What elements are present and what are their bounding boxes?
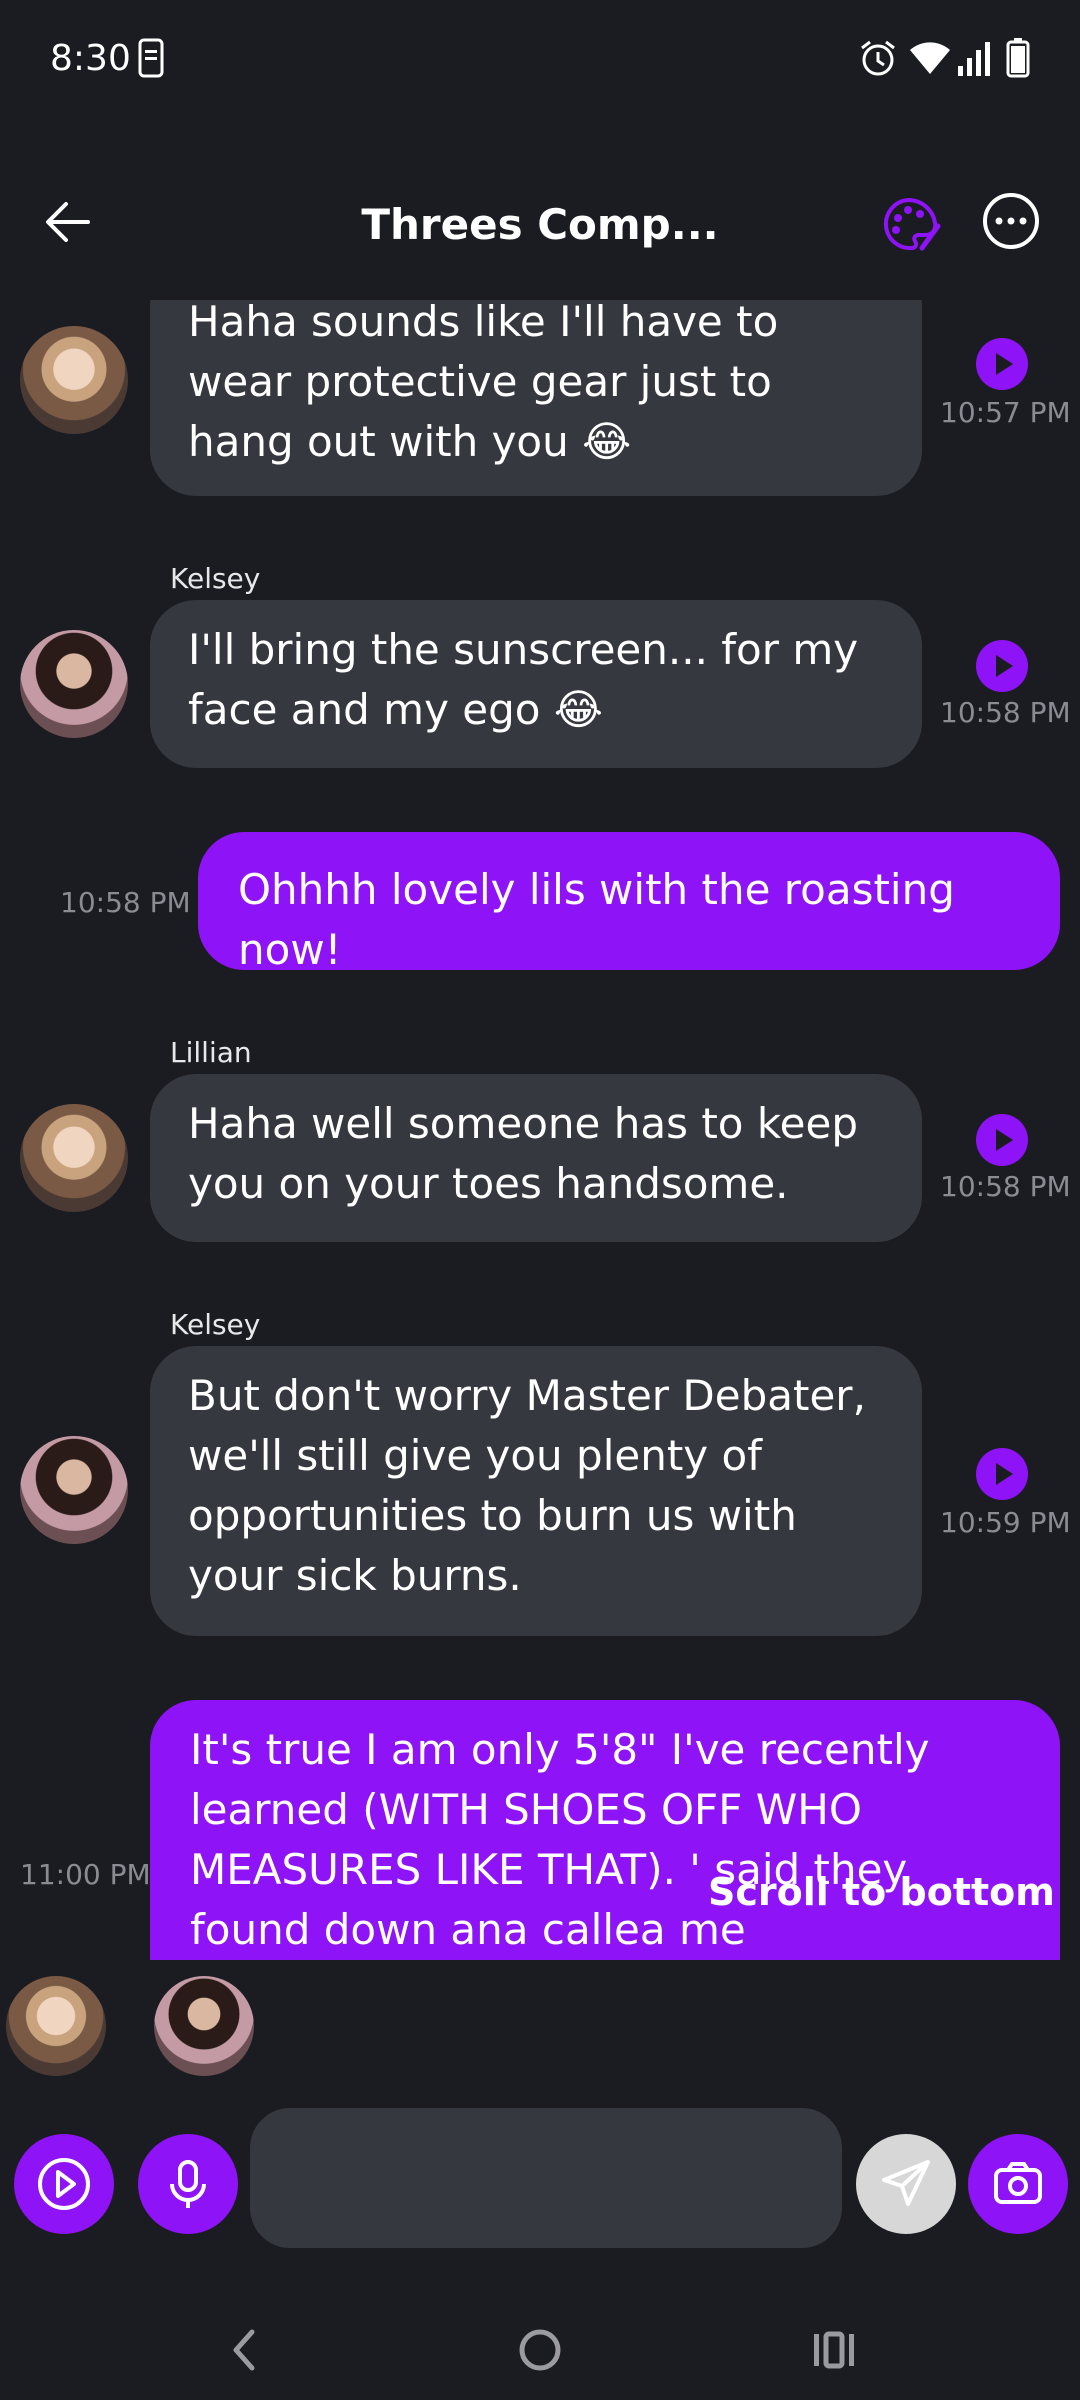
play-audio-button[interactable] — [976, 640, 1028, 692]
play-icon — [996, 655, 1013, 677]
home-circle-icon — [519, 2329, 561, 2371]
chevron-left-icon — [233, 2329, 255, 2371]
nav-recents-button[interactable] — [794, 2310, 874, 2390]
message-bubble[interactable]: Haha sounds like I'll have to wear prote… — [150, 300, 922, 496]
message-bubble[interactable]: Haha well someone has to keep you on you… — [150, 1074, 922, 1242]
camera-icon — [994, 2162, 1042, 2204]
message-time: 10:58 PM — [940, 696, 1071, 729]
video-message-button[interactable] — [14, 2134, 114, 2234]
message-time: 10:59 PM — [940, 1506, 1071, 1539]
play-icon — [996, 1129, 1013, 1151]
send-icon — [882, 2160, 930, 2206]
avatar-lillian[interactable] — [20, 1104, 128, 1212]
message-bubble[interactable]: I'll bring the sunscreen... for my face … — [150, 600, 922, 768]
message-bubble-sent[interactable]: Ohhhh lovely lils with the roasting now! — [198, 832, 1060, 974]
screenshot-icon — [138, 38, 164, 82]
message-text: But don't worry Master Debater, we'll st… — [188, 1371, 866, 1600]
theme-button[interactable] — [878, 192, 942, 256]
play-circle-icon — [38, 2158, 90, 2210]
message-text: It's true I am only 5'8" I've recently l… — [190, 1725, 930, 1954]
play-audio-button[interactable] — [976, 1114, 1028, 1166]
signal-icon — [956, 38, 996, 82]
nav-home-button[interactable] — [500, 2310, 580, 2390]
message-text: Haha sounds like I'll have to wear prote… — [188, 300, 779, 466]
message-time: 10:58 PM — [60, 886, 191, 919]
play-icon — [996, 1463, 1013, 1485]
recents-icon — [814, 2331, 854, 2369]
avatar-kelsey[interactable] — [20, 630, 128, 738]
play-audio-button[interactable] — [976, 1448, 1028, 1500]
send-button[interactable] — [856, 2134, 956, 2234]
message-input[interactable] — [250, 2108, 842, 2248]
message-time: 10:57 PM — [940, 396, 1071, 429]
sender-name: Kelsey — [170, 1308, 261, 1341]
palette-icon — [883, 197, 941, 251]
system-nav-bar — [0, 2290, 1080, 2400]
sender-name: Kelsey — [170, 562, 261, 595]
compose-bar — [0, 2108, 1080, 2250]
message-time: 11:00 PM — [20, 1858, 151, 1891]
message-text: Ohhhh lovely lils with the roasting now! — [238, 865, 955, 974]
more-horizontal-icon — [983, 193, 1039, 249]
avatar-lillian[interactable] — [20, 326, 128, 434]
typing-avatar-lillian — [6, 1976, 106, 2076]
status-time: 8:30 — [50, 38, 131, 79]
play-icon — [996, 353, 1013, 375]
message-text: Haha well someone has to keep you on you… — [188, 1099, 859, 1208]
wifi-icon — [908, 38, 952, 82]
alarm-icon — [858, 38, 898, 82]
voice-record-button[interactable] — [138, 2134, 238, 2234]
camera-button[interactable] — [968, 2134, 1068, 2234]
message-list[interactable]: Haha sounds like I'll have to wear prote… — [0, 300, 1080, 1960]
chat-header: Threes Comp... — [0, 170, 1080, 280]
message-bubble-sent[interactable]: It's true I am only 5'8" I've recently l… — [150, 1700, 1060, 1960]
typing-avatar-kelsey — [154, 1976, 254, 2076]
sender-name: Lillian — [170, 1036, 252, 1069]
message-text: I'll bring the sunscreen... for my face … — [188, 625, 859, 734]
status-bar: 8:30 — [0, 0, 1080, 120]
message-bubble[interactable]: But don't worry Master Debater, we'll st… — [150, 1346, 922, 1636]
play-audio-button[interactable] — [976, 338, 1028, 390]
message-time: 10:58 PM — [940, 1170, 1071, 1203]
battery-icon — [1006, 38, 1030, 82]
nav-back-button[interactable] — [206, 2310, 286, 2390]
avatar-kelsey[interactable] — [20, 1436, 128, 1544]
microphone-icon — [170, 2160, 206, 2208]
scroll-to-bottom-button[interactable]: Scroll to bottom — [708, 1870, 1055, 1914]
more-options-button[interactable] — [982, 192, 1040, 250]
